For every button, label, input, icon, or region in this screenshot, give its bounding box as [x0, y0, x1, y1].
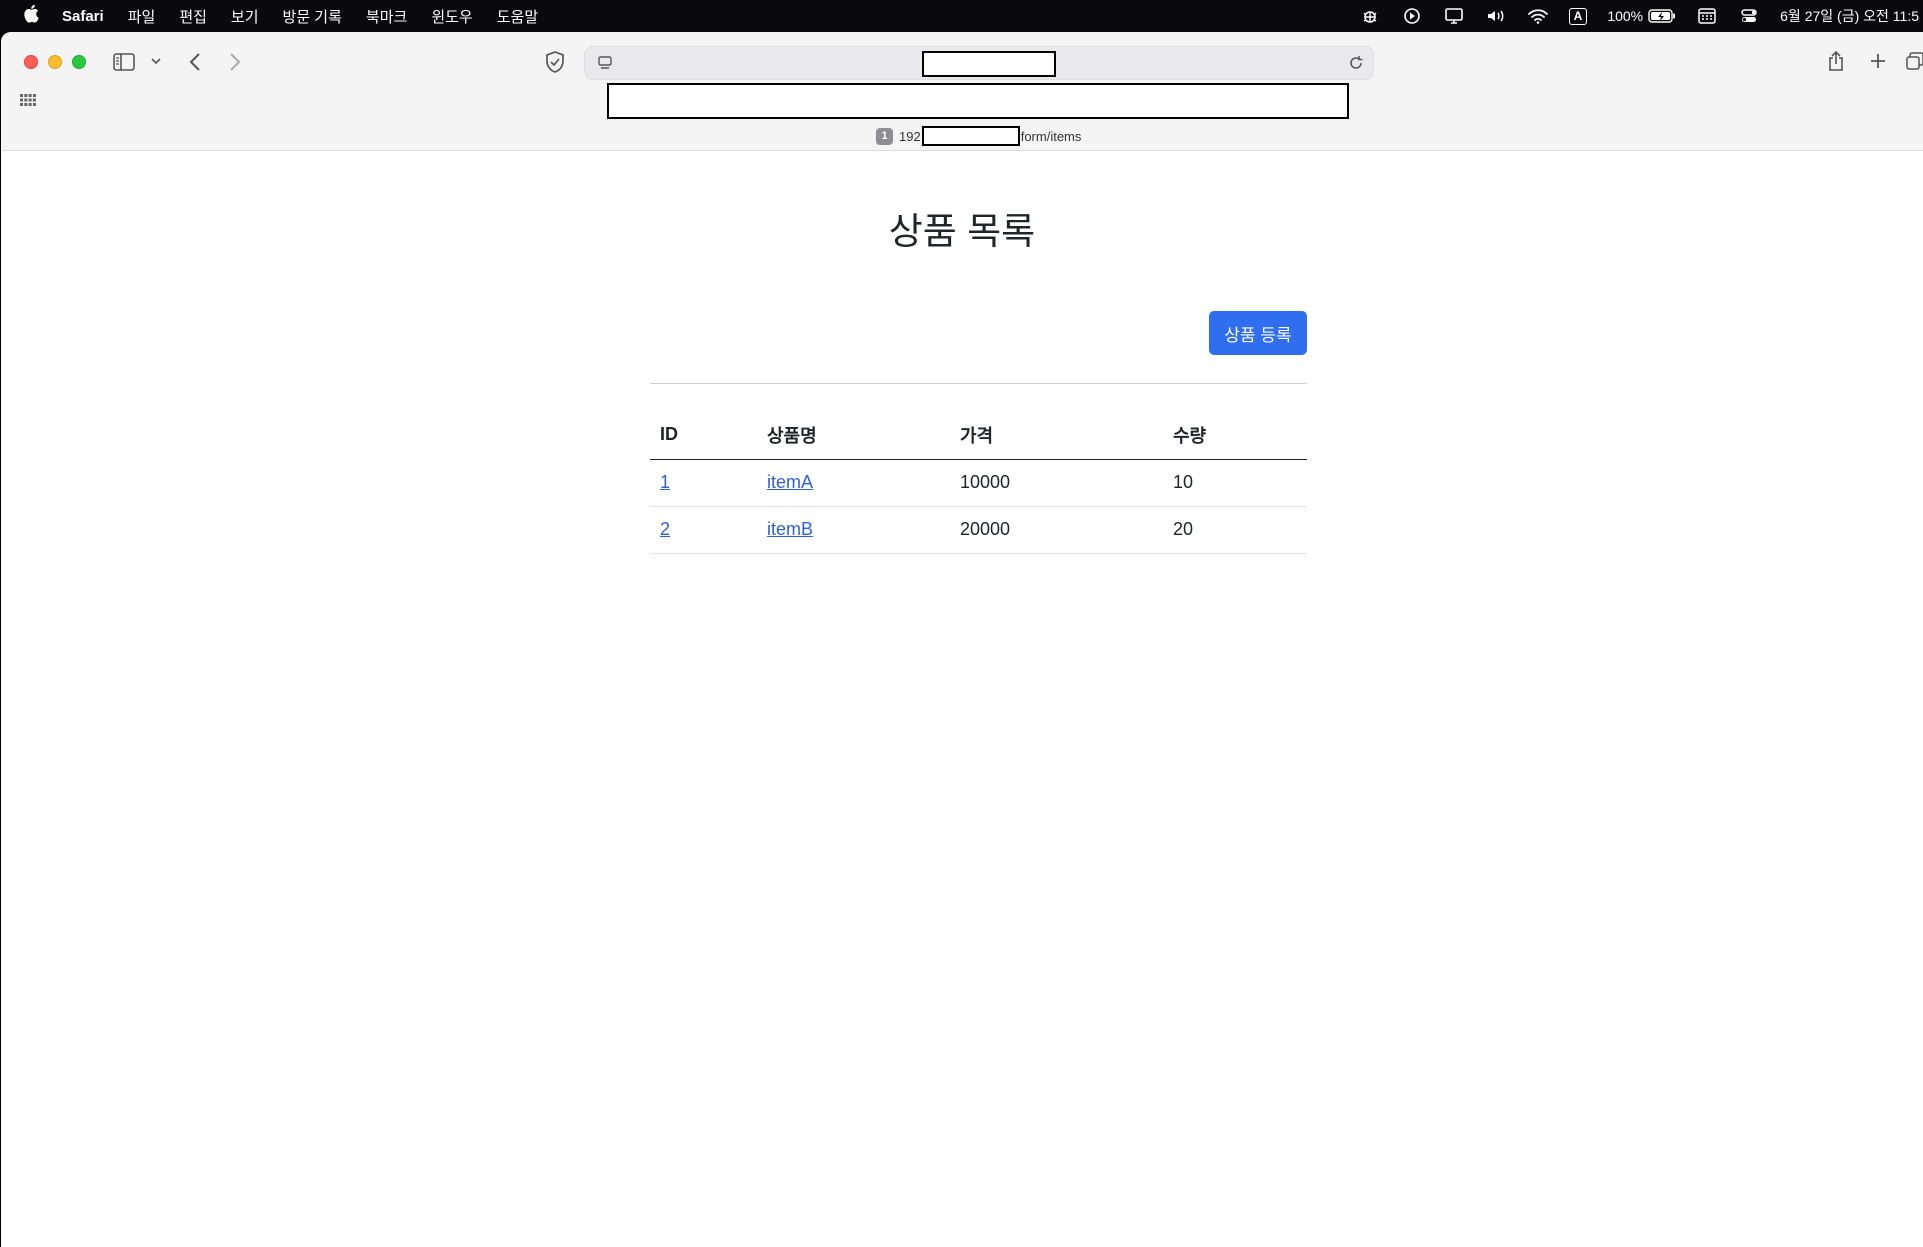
tab-url-preview: 1 192 form/items — [876, 126, 1081, 146]
menubar-clock[interactable]: 6월 27일 (금) 오전 11:5 — [1780, 6, 1919, 26]
menu-history[interactable]: 방문 기록 — [283, 6, 342, 27]
browser-toolbar: 1 192 form/items — [1, 32, 1923, 151]
url-prefix: 192 — [899, 128, 921, 144]
tab-overview-icon[interactable] — [1906, 50, 1923, 72]
cell-name: itemB — [757, 506, 950, 554]
menu-view[interactable]: 보기 — [231, 6, 259, 27]
cell-price: 20000 — [950, 506, 1163, 554]
calendar-icon[interactable] — [1696, 6, 1718, 26]
register-item-button[interactable]: 상품 등록 — [1209, 311, 1307, 355]
battery-icon — [1648, 9, 1676, 23]
item-id-link[interactable]: 2 — [660, 519, 670, 539]
menu-file[interactable]: 파일 — [128, 6, 156, 27]
header-id: ID — [650, 411, 757, 460]
page-title: 상품 목록 — [888, 211, 1036, 252]
chevron-left-icon — [189, 53, 200, 71]
table-header-row: ID 상품명 가격 수량 — [650, 411, 1307, 460]
bug-icon[interactable] — [1359, 6, 1381, 26]
play-circle-icon[interactable] — [1401, 6, 1423, 26]
item-id-link[interactable]: 1 — [660, 472, 670, 492]
control-center-icon[interactable] — [1738, 6, 1760, 26]
cell-quantity: 20 — [1163, 506, 1307, 554]
item-name-link[interactable]: itemB — [767, 519, 813, 539]
cell-price: 10000 — [950, 459, 1163, 507]
volume-icon[interactable] — [1485, 6, 1507, 26]
url-suffix: form/items — [1020, 128, 1082, 144]
apple-logo-icon[interactable] — [0, 4, 62, 28]
wifi-icon[interactable] — [1527, 6, 1549, 26]
cell-id: 1 — [650, 459, 757, 507]
privacy-shield-icon[interactable] — [542, 49, 568, 75]
chevron-right-icon — [230, 53, 241, 71]
battery-indicator[interactable]: 100% — [1607, 8, 1676, 24]
url-redacted-box — [921, 126, 1020, 146]
browser-window: 1 192 form/items 상품 목록 상품 등록 ID 상품명 가격 수… — [1, 32, 1923, 1247]
menu-help[interactable]: 도움말 — [497, 6, 538, 27]
address-url-redacted — [922, 51, 1056, 77]
window-controls — [24, 55, 86, 69]
cell-quantity: 10 — [1163, 459, 1307, 507]
cell-name: itemA — [757, 459, 950, 507]
zoom-window-button[interactable] — [72, 55, 86, 69]
forward-button[interactable] — [223, 48, 247, 76]
header-name: 상품명 — [757, 411, 950, 460]
input-source-indicator[interactable]: A — [1568, 7, 1588, 25]
menu-edit[interactable]: 편집 — [179, 6, 207, 27]
cell-id: 2 — [650, 506, 757, 554]
tab-bar-redacted[interactable] — [607, 83, 1349, 119]
menu-safari[interactable]: Safari — [62, 8, 104, 25]
address-bar[interactable] — [584, 46, 1374, 80]
new-tab-icon[interactable] — [1867, 50, 1889, 72]
menu-window[interactable]: 윈도우 — [431, 6, 472, 27]
chevron-down-icon[interactable] — [149, 54, 163, 68]
page-menu-icon[interactable] — [597, 55, 613, 71]
items-table: ID 상품명 가격 수량 1 itemA 10000 10 2 itemB 20… — [650, 411, 1307, 554]
sidebar-toggle-icon[interactable] — [112, 50, 136, 74]
menu-bar: Safari 파일 편집 보기 방문 기록 북마크 윈도우 도움말 A 100% — [0, 0, 1923, 32]
header-quantity: 수량 — [1163, 411, 1307, 460]
minimize-window-button[interactable] — [48, 55, 62, 69]
item-name-link[interactable]: itemA — [767, 472, 813, 492]
page-content: 상품 목록 상품 등록 ID 상품명 가격 수량 1 itemA 10000 1… — [1, 151, 1923, 1247]
reload-icon[interactable] — [1347, 54, 1365, 72]
tab-number-badge: 1 — [876, 127, 893, 145]
back-button[interactable] — [183, 48, 207, 76]
divider — [650, 383, 1307, 384]
share-icon[interactable] — [1824, 48, 1848, 74]
favorites-grid-icon[interactable] — [20, 93, 36, 106]
menu-bookmarks[interactable]: 북마크 — [366, 6, 407, 27]
status-area: A 100% 6월 27일 (금) 오전 11:5 — [1359, 0, 1923, 32]
table-row: 1 itemA 10000 10 — [650, 459, 1307, 507]
close-window-button[interactable] — [24, 55, 38, 69]
battery-percent: 100% — [1607, 8, 1644, 24]
display-icon[interactable] — [1443, 6, 1465, 26]
table-row: 2 itemB 20000 20 — [650, 506, 1307, 554]
header-price: 가격 — [950, 411, 1163, 460]
